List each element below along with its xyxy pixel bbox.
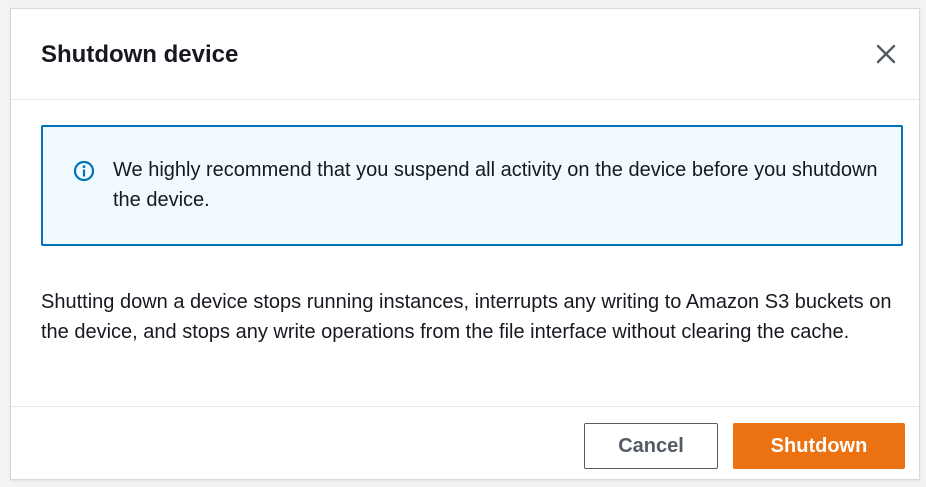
cancel-button[interactable]: Cancel: [584, 423, 718, 469]
modal-description: Shutting down a device stops running ins…: [41, 291, 892, 343]
shutdown-device-modal: Shutdown device We highly recommend that…: [10, 8, 920, 480]
shutdown-button[interactable]: Shutdown: [733, 423, 905, 469]
info-icon: [73, 160, 95, 182]
alert-message: We highly recommend that you suspend all…: [113, 159, 878, 211]
modal-header: Shutdown device: [11, 9, 919, 100]
close-button[interactable]: [871, 39, 901, 69]
close-icon: [876, 44, 896, 64]
screen-background: Shutdown device We highly recommend that…: [0, 0, 926, 487]
modal-title: Shutdown device: [41, 41, 239, 68]
modal-footer: Cancel Shutdown: [11, 406, 919, 479]
info-alert: We highly recommend that you suspend all…: [41, 125, 903, 246]
